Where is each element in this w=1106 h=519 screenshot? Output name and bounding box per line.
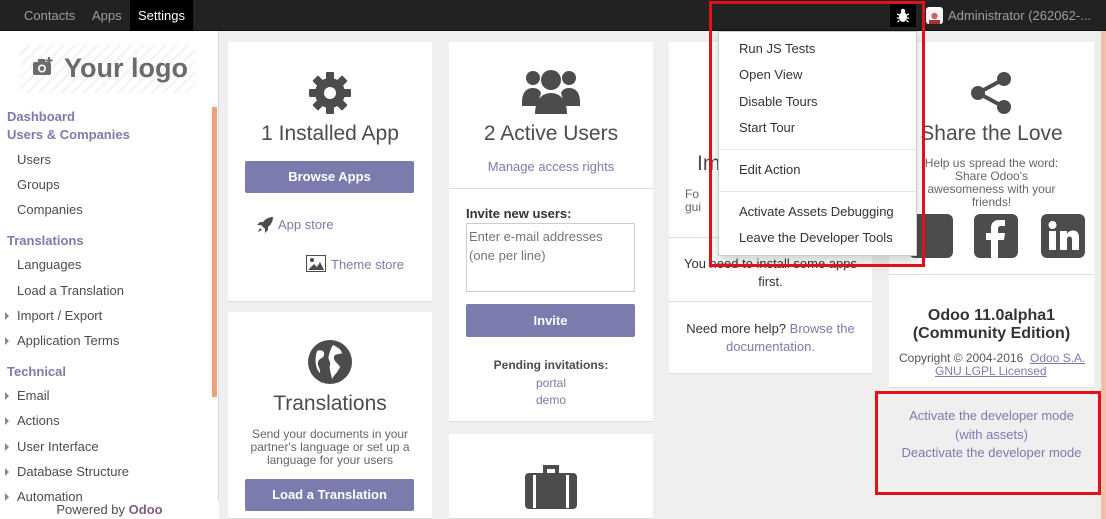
facebook-icon[interactable] [974,214,1018,258]
sidebar-item-groups[interactable]: Groups [17,177,60,192]
odoo-sa-link[interactable]: Odoo S.A. [1030,351,1085,365]
odoo-version: Odoo 11.0alpha1 [927,307,1056,324]
top-navbar: Contacts Apps Settings Administrator (26… [0,0,1106,31]
share-description: Help us spread the word: Share Odoo's aw… [924,156,1059,209]
briefcase-icon [525,465,577,509]
camera-icon [33,57,53,75]
help-text: Need more help? Browse the documentation… [677,320,864,356]
highlight-dev-mode-box [875,391,1101,495]
nav-apps[interactable]: Apps [84,0,130,31]
invite-label: Invite new users: [466,206,572,221]
translations-description: Send your documents in your partner's la… [250,427,410,467]
user-name: Administrator (262062-... [948,8,1092,23]
highlight-debug-menu-box [709,1,925,267]
gear-icon [309,72,351,114]
caret-right-icon [5,392,9,400]
translations-title: Translations [273,392,387,415]
sidebar-item-companies[interactable]: Companies [17,202,83,217]
pending-invitation-portal[interactable]: portal [449,376,653,390]
invite-emails-input[interactable] [466,223,635,292]
divider [449,188,653,189]
installed-apps-title: 1 Installed App [261,122,399,145]
image-icon [306,255,326,272]
powered-by-label: Powered by [56,502,126,517]
logo-text: Your logo [64,53,188,83]
pending-invitations-label: Pending invitations: [493,358,609,372]
sidebar-scroll-accent [212,107,217,397]
sidebar-item-load-translation[interactable]: Load a Translation [17,283,124,298]
caret-right-icon [5,417,9,425]
manage-access-rights-link[interactable]: Manage access rights [449,159,653,174]
users-icon [522,70,580,114]
rocket-icon [257,217,273,233]
caret-right-icon [5,312,9,320]
caret-right-icon [5,443,9,451]
avatar [926,7,943,24]
odoo-link[interactable]: Odoo [129,502,163,517]
divider [669,301,872,302]
sidebar-item-email[interactable]: Email [17,388,50,403]
powered-by: Powered by Odoo [0,502,219,519]
caret-right-icon [5,468,9,476]
sidebar-item-user-interface[interactable]: User Interface [17,439,99,454]
sidebar-item-database-structure[interactable]: Database Structure [17,464,129,479]
browse-apps-button[interactable]: Browse Apps [245,161,414,193]
linkedin-icon[interactable] [1041,214,1085,258]
license-link[interactable]: GNU LGPL Licensed [935,364,1047,378]
sidebar-item-application-terms[interactable]: Application Terms [17,333,119,348]
nav-settings[interactable]: Settings [130,0,193,31]
sidebar-dashboard[interactable]: Dashboard [7,109,75,124]
sidebar-users-companies[interactable]: Users & Companies [7,127,130,142]
translations-card: Translations Send your documents in your… [228,312,432,519]
active-users-title: 2 Active Users [483,122,619,145]
theme-store-link[interactable]: Theme store [331,257,404,272]
sidebar-translations[interactable]: Translations [7,233,84,248]
invite-button[interactable]: Invite [466,304,635,337]
divider [889,274,1094,275]
briefcase-card [449,434,653,519]
sidebar-item-users[interactable]: Users [17,152,51,167]
globe-icon [308,340,352,384]
copyright-text: Copyright © 2004-2016 [899,351,1024,365]
odoo-edition: (Community Edition) [912,325,1071,342]
sidebar-item-languages[interactable]: Languages [17,257,81,272]
share-icon [971,72,1011,114]
apps-card: 1 Installed App Browse Apps App store Th… [228,42,432,302]
sidebar: Your logo Dashboard Users & Companies Us… [0,31,219,519]
help-prefix: Need more help? [686,321,787,336]
nav-contacts[interactable]: Contacts [16,0,83,31]
app-store-link[interactable]: App store [278,217,334,232]
page-scrollbar[interactable] [1101,31,1106,519]
sidebar-technical[interactable]: Technical [7,364,66,379]
users-card: 2 Active Users Manage access rights Invi… [449,42,653,422]
sidebar-item-import-export[interactable]: Import / Export [17,308,102,323]
caret-right-icon [5,337,9,345]
load-translation-button[interactable]: Load a Translation [245,479,414,511]
company-logo[interactable]: Your logo [20,45,195,93]
pending-invitation-demo[interactable]: demo [449,393,653,407]
caret-right-icon [5,493,9,501]
sidebar-item-actions[interactable]: Actions [17,413,60,428]
